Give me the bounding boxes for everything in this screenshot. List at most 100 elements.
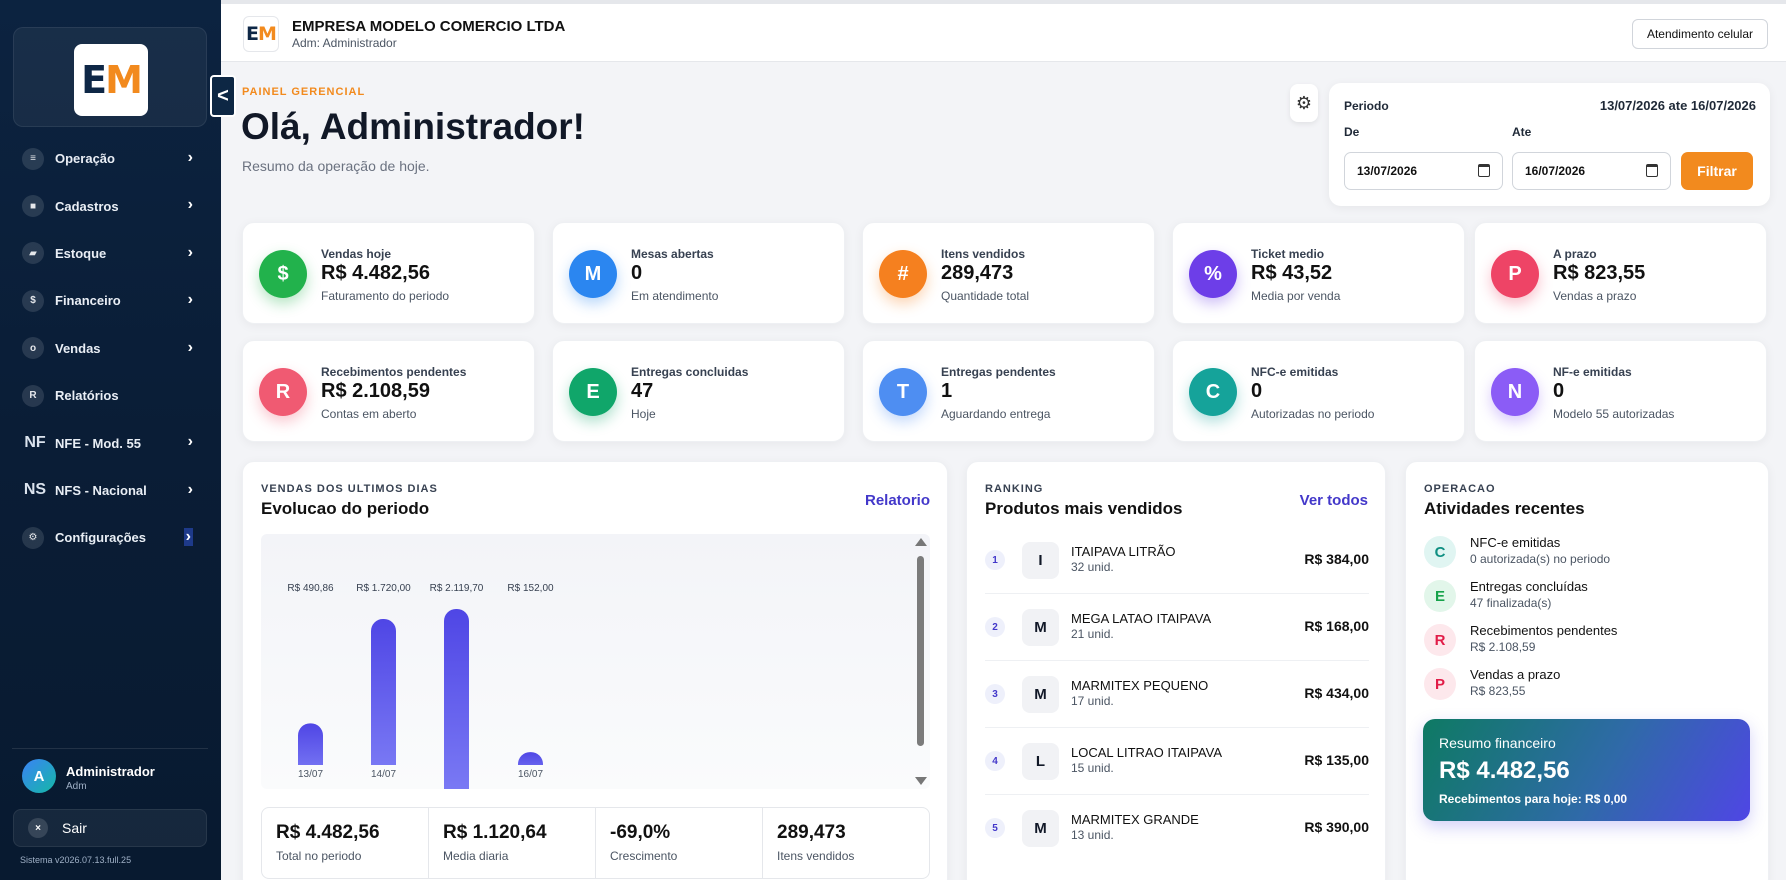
ns-icon: NS [23, 481, 47, 499]
rank-number: 2 [985, 617, 1005, 637]
scroll-up-arrow[interactable] [915, 538, 927, 546]
sidebar-item-vendas[interactable]: o Vendas › [0, 325, 221, 372]
chevron-right-icon: › [183, 528, 193, 547]
kpi-value: R$ 43,52 [1251, 262, 1333, 284]
sidebar-item-label: NFE - Mod. 55 [55, 435, 141, 451]
chart-scrollbar[interactable] [914, 538, 927, 785]
from-date-input[interactable]: 13/07/2026 [1344, 152, 1503, 190]
kpi-value: 0 [631, 262, 643, 284]
to-date-input[interactable]: 16/07/2026 [1512, 152, 1671, 190]
activity-item[interactable]: R Recebimentos pendentes R$ 2.108,59 [1424, 620, 1754, 664]
logout-button[interactable]: × Sair [13, 809, 207, 847]
chart-category-label: 14/07 [371, 769, 396, 780]
report-link[interactable]: Relatorio [865, 492, 930, 509]
user-profile[interactable]: A Administrador Adm [12, 748, 208, 793]
activity-badge: E [1424, 580, 1456, 612]
version-text: Sistema v2026.07.13.full.25 [20, 855, 132, 865]
sidebar-item-financeiro[interactable]: $ Financeiro › [0, 277, 221, 324]
ranking-row[interactable]: 5 M MARMITEX GRANDE 13 unid. R$ 390,00 [985, 795, 1369, 862]
kpi-card[interactable]: $ Vendas hoje R$ 4.482,56 Faturamento do pe… [242, 222, 535, 324]
calendar-icon[interactable] [1646, 164, 1658, 177]
activity-title: NFC-e emitidas [1470, 535, 1561, 550]
product-price: R$ 384,00 [1304, 551, 1369, 567]
activity-item[interactable]: C NFC-e emitidas 0 autorizada(s) no period… [1424, 532, 1754, 576]
kpi-card[interactable]: E Entregas concluidas 47 Hoje [552, 340, 845, 442]
period-title: Periodo [1344, 99, 1389, 113]
kpi-card[interactable]: N NF-e emitidas 0 Modelo 55 autorizadas [1474, 340, 1767, 442]
gear-icon: ⚙ [1295, 92, 1313, 113]
page-title: Olá, Administrador! [241, 106, 586, 147]
sidebar-item-cadastros[interactable]: ■ Cadastros › [0, 182, 221, 229]
company-role: Adm: Administrador [292, 36, 397, 50]
ranking-row[interactable]: 4 L LOCAL LITRAO ITAIPAVA 15 unid. R$ 135,00 [985, 728, 1369, 795]
product-name: MARMITEX GRANDE [1071, 812, 1199, 827]
gear-icon: ⚙ [22, 526, 44, 549]
kpi-card[interactable]: # Itens vendidos 289,473 Quantidade total [862, 222, 1155, 324]
to-date-label: Ate [1512, 125, 1532, 139]
top-header: EM EMPRESA MODELO COMERCIO LTDA Adm: Adm… [221, 0, 1786, 62]
kpi-card[interactable]: C NFC-e emitidas 0 Autorizadas no periodo [1172, 340, 1465, 442]
calendar-icon[interactable] [1478, 164, 1490, 177]
period-range: 13/07/2026 ate 16/07/2026 [1599, 98, 1756, 113]
kpi-label: NF-e emitidas [1553, 365, 1632, 379]
kpi-subtitle: Autorizadas no periodo [1251, 407, 1375, 421]
sidebar-item-operacao[interactable]: ≡ Operação › [0, 135, 221, 182]
sidebar-item-estoque[interactable]: ▰ Estoque › [0, 230, 221, 277]
activity-panel: OPERACAO Atividades recentes C NFC-e emit… [1405, 461, 1769, 880]
kpi-subtitle: Faturamento do periodo [321, 289, 450, 303]
scroll-down-arrow[interactable] [915, 777, 927, 785]
kpi-subtitle: Vendas a prazo [1553, 289, 1637, 303]
kpi-card[interactable]: P A prazo R$ 823,55 Vendas a prazo [1474, 222, 1767, 324]
ranking-row[interactable]: 2 M MEGA LATAO ITAIPAVA 21 unid. R$ 168,00 [985, 594, 1369, 661]
sales-panel: VENDAS DOS ULTIMOS DIAS Evolucao do peri… [242, 461, 948, 880]
kpi-icon: P [1491, 250, 1539, 298]
page-subtitle: Resumo da operação de hoje. [242, 158, 430, 174]
scroll-thumb[interactable] [917, 556, 924, 746]
support-button[interactable]: Atendimento celular [1631, 19, 1768, 49]
sidebar-logo-card: EM [13, 27, 207, 127]
sidebar-collapse-button[interactable]: < [210, 75, 236, 117]
sidebar-item-nfs[interactable]: NS NFS - Nacional › [0, 467, 221, 514]
sidebar-item-label: Cadastros [55, 198, 119, 214]
kpi-card[interactable]: T Entregas pendentes 1 Aguardando entrega [862, 340, 1155, 442]
sidebar-item-relatorios[interactable]: R Relatórios [0, 372, 221, 419]
kpi-label: Entregas pendentes [941, 365, 1056, 379]
product-name: MEGA LATAO ITAIPAVA [1071, 611, 1212, 626]
kpi-value: 1 [941, 380, 953, 402]
settings-button[interactable]: ⚙ [1290, 84, 1318, 122]
kpi-icon: R [259, 368, 307, 416]
ranking-row[interactable]: 1 I ITAIPAVA LITRÃO 32 unid. R$ 384,00 [985, 527, 1369, 594]
from-date-value: 13/07/2026 [1357, 164, 1418, 178]
kpi-icon: # [879, 250, 927, 298]
kpi-card[interactable]: R Recebimentos pendentes R$ 2.108,59 Contas… [242, 340, 535, 442]
ranking-row[interactable]: 3 M MARMITEX PEQUENO 17 unid. R$ 434,00 [985, 661, 1369, 728]
product-qty: 32 unid. [1071, 560, 1114, 574]
activity-item[interactable]: P Vendas a prazo R$ 823,55 [1424, 664, 1754, 708]
summary-growth: -69,0% Crescimento [596, 808, 763, 878]
sidebar-item-label: Vendas [55, 340, 101, 356]
sales-summary: R$ 4.482,56 Total no periodo R$ 1.120,64… [261, 807, 930, 879]
view-all-link[interactable]: Ver todos [1300, 492, 1368, 509]
panel-eyebrow: OPERACAO [1424, 483, 1496, 495]
activity-title: Recebimentos pendentes [1470, 623, 1618, 638]
kpi-card[interactable]: % Ticket medio R$ 43,52 Media por venda [1172, 222, 1465, 324]
chart-category-label: 16/07 [518, 769, 543, 780]
sidebar-item-configuracoes[interactable]: ⚙ Configurações › [0, 514, 221, 561]
finance-summary-card[interactable]: Resumo financeiro R$ 4.482,56 Recebiment… [1423, 719, 1750, 821]
kpi-value: R$ 4.482,56 [321, 262, 430, 284]
kpi-card[interactable]: M Mesas abertas 0 Em atendimento [552, 222, 845, 324]
company-logo[interactable]: EM [74, 44, 148, 116]
chart-value-label: R$ 1.720,00 [356, 583, 411, 594]
filter-button[interactable]: Filtrar [1681, 152, 1753, 190]
sidebar-item-label: NFS - Nacional [55, 482, 147, 498]
chart-bar[interactable] [371, 618, 396, 777]
kpi-value: 289,473 [941, 262, 1014, 284]
chevron-right-icon: › [187, 433, 193, 451]
sidebar-item-nfe[interactable]: NF NFE - Mod. 55 › [0, 419, 221, 466]
kpi-icon: N [1491, 368, 1539, 416]
box-icon: ▰ [22, 242, 44, 265]
product-price: R$ 168,00 [1304, 618, 1369, 634]
kpi-value: R$ 2.108,59 [321, 380, 430, 402]
activity-item[interactable]: E Entregas concluídas 47 finalizada(s) [1424, 576, 1754, 620]
chart-bar[interactable] [444, 609, 469, 789]
